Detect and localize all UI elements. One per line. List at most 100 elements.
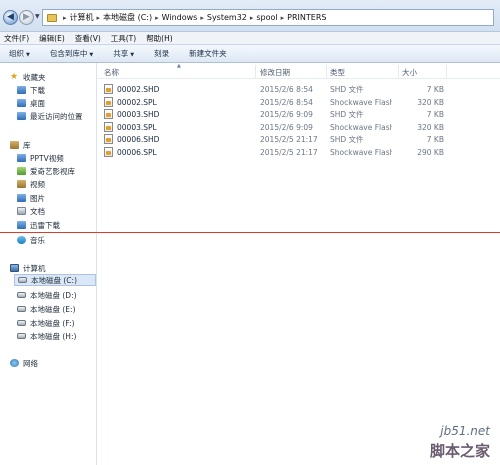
navigation-pane: ★ 收藏夹 下载 桌面 最近访问的位置 库 PPTV视频 爱奇艺影视库 视频 图… — [0, 63, 97, 465]
videos-icon — [17, 180, 26, 188]
table-row[interactable]: 00006.SHD 2015/2/5 21:17 SHD 文件 7 KB — [104, 133, 450, 145]
nav-network[interactable]: 网络 — [10, 357, 106, 369]
back-button[interactable]: ◀ — [3, 10, 18, 25]
new-folder-button[interactable]: 新建文件夹 — [189, 48, 227, 59]
column-header-type[interactable]: 类型 — [330, 67, 400, 78]
column-header-name[interactable]: 名称 — [104, 67, 254, 78]
file-type: Shockwave Flash... — [330, 122, 392, 132]
nav-libraries[interactable]: 库 — [10, 139, 106, 151]
burn-button[interactable]: 刻录 — [154, 48, 169, 59]
recent-places-icon — [17, 112, 26, 120]
library-icon — [10, 141, 19, 149]
breadcrumb-computer[interactable]: 计算机 — [70, 12, 94, 23]
menu-view[interactable]: 查看(V) — [75, 33, 101, 44]
column-divider[interactable] — [446, 65, 447, 78]
recent-pages-dropdown[interactable]: ▼ — [35, 13, 40, 20]
file-date: 2015/2/6 9:09 — [260, 122, 313, 132]
chevron-right-icon[interactable]: ▸ — [97, 14, 101, 22]
nav-label: 库 — [23, 140, 31, 150]
drive-icon — [18, 277, 27, 283]
menu-tools[interactable]: 工具(T) — [111, 33, 136, 44]
column-divider[interactable] — [398, 65, 399, 78]
include-in-library-button[interactable]: 包含到库中 ▼ — [50, 48, 93, 59]
table-row[interactable]: 00006.SPL 2015/2/5 21:17 Shockwave Flash… — [104, 146, 450, 158]
command-bar: 组织 ▼ 包含到库中 ▼ 共享 ▼ 刻录 新建文件夹 — [0, 44, 500, 63]
address-bar[interactable]: ▸ 计算机 ▸ 本地磁盘 (C:) ▸ Windows ▸ System32 ▸… — [42, 9, 494, 26]
file-size: 320 KB — [417, 97, 444, 107]
column-header-size[interactable]: 大小 — [402, 67, 446, 78]
file-name: 00006.SHD — [117, 134, 160, 144]
share-button[interactable]: 共享 ▼ — [113, 48, 134, 59]
include-in-library-label: 包含到库中 — [49, 49, 88, 58]
chevron-right-icon[interactable]: ▸ — [281, 14, 285, 22]
file-size: 320 KB — [417, 122, 444, 132]
table-row[interactable]: 00002.SPL 2015/2/6 8:54 Shockwave Flash.… — [104, 96, 450, 108]
nav-label: 收藏夹 — [23, 72, 46, 82]
nav-label: 本地磁盘 (D:) — [30, 290, 77, 300]
file-icon — [104, 84, 113, 94]
nav-label: 爱奇艺影视库 — [30, 166, 75, 176]
table-row[interactable]: 00002.SHD 2015/2/6 8:54 SHD 文件 7 KB — [104, 83, 450, 95]
breadcrumb-printers[interactable]: PRINTERS — [287, 13, 326, 22]
chevron-right-icon[interactable]: ▸ — [200, 14, 204, 22]
forward-button[interactable]: ▶ — [19, 10, 34, 25]
nav-computer[interactable]: 计算机 — [10, 262, 106, 274]
file-list-pane: ▲ 名称 修改日期 类型 大小 00002.SHD 2015/2/6 8:54 … — [98, 63, 500, 465]
column-header-date[interactable]: 修改日期 — [260, 67, 326, 78]
breadcrumb-windows[interactable]: Windows — [162, 13, 198, 22]
nav-label: 文档 — [30, 206, 45, 216]
file-type: SHD 文件 — [330, 109, 364, 119]
file-date: 2015/2/6 8:54 — [260, 97, 313, 107]
menu-file[interactable]: 文件(F) — [4, 33, 29, 44]
table-row[interactable]: 00003.SHD 2015/2/6 9:09 SHD 文件 7 KB — [104, 108, 450, 120]
file-type: SHD 文件 — [330, 134, 364, 144]
address-bar-area: ◀ ▶ ▼ ▸ 计算机 ▸ 本地磁盘 (C:) ▸ Windows ▸ Syst… — [0, 0, 500, 32]
menu-edit[interactable]: 编辑(E) — [39, 33, 65, 44]
chevron-right-icon[interactable]: ▸ — [63, 14, 67, 22]
column-divider[interactable] — [255, 65, 256, 78]
chevron-right-icon[interactable]: ▸ — [250, 14, 254, 22]
chevron-down-icon: ▼ — [130, 52, 135, 58]
watermark-brand: 脚本之家 — [429, 442, 490, 460]
breadcrumb-system32[interactable]: System32 — [207, 13, 247, 22]
file-size: 7 KB — [426, 134, 444, 144]
music-icon — [17, 236, 26, 244]
file-type: Shockwave Flash... — [330, 97, 392, 107]
drive-icon — [17, 292, 26, 298]
watermark-url: jb51.net — [440, 424, 490, 438]
nav-label: 图片 — [30, 193, 45, 203]
drive-icon — [17, 306, 26, 312]
folder-icon — [47, 13, 57, 22]
chevron-right-icon[interactable]: ▸ — [155, 14, 159, 22]
file-date: 2015/2/5 21:17 — [260, 147, 318, 157]
table-row[interactable]: 00003.SPL 2015/2/6 9:09 Shockwave Flash.… — [104, 121, 450, 133]
column-divider[interactable] — [326, 65, 327, 78]
desktop-icon — [17, 99, 26, 107]
nav-favorites[interactable]: ★ 收藏夹 — [10, 71, 106, 83]
header-divider — [98, 78, 500, 79]
annotation-line — [0, 232, 500, 233]
star-icon: ★ — [10, 72, 19, 82]
nav-label: 计算机 — [23, 263, 46, 273]
file-date: 2015/2/6 9:09 — [260, 109, 313, 119]
organize-label: 组织 — [9, 49, 24, 58]
thunder-icon — [17, 221, 26, 229]
menu-help[interactable]: 帮助(H) — [146, 33, 173, 44]
nav-item-drive-c[interactable]: 本地磁盘 (C:) — [14, 274, 96, 286]
nav-label: PPTV视频 — [30, 153, 64, 163]
file-date: 2015/2/5 21:17 — [260, 134, 318, 144]
watermark: jb51.net 脚本之家 — [394, 414, 498, 464]
file-name: 00002.SPL — [117, 97, 157, 107]
file-name: 00002.SHD — [117, 84, 160, 94]
breadcrumb-drive-c[interactable]: 本地磁盘 (C:) — [103, 12, 152, 23]
drive-icon — [17, 333, 26, 339]
network-icon — [10, 359, 19, 367]
breadcrumb-spool[interactable]: spool — [256, 13, 277, 22]
file-size: 7 KB — [426, 109, 444, 119]
nav-label: 本地磁盘 (H:) — [30, 331, 77, 341]
file-type: SHD 文件 — [330, 84, 364, 94]
organize-button[interactable]: 组织 ▼ — [9, 48, 30, 59]
nav-label: 下载 — [30, 85, 45, 95]
nav-label: 桌面 — [30, 98, 45, 108]
file-name: 00003.SHD — [117, 109, 160, 119]
